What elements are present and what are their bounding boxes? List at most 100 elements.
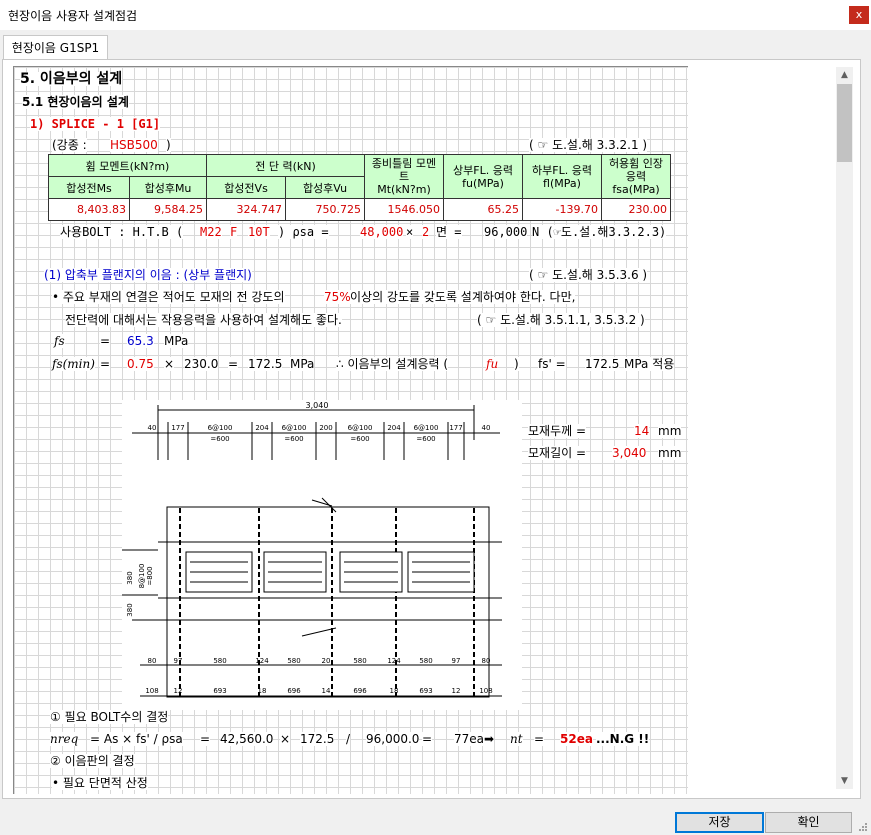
th-lower: 하부FL. 응력fl(MPa) <box>522 154 602 199</box>
dim-bot2-6: 696 <box>353 687 367 695</box>
th-torsion-label: 종비틀림 모멘트 <box>371 157 437 183</box>
thickness-unit: mm <box>658 424 682 438</box>
splice-drawing-svg: 3,040 40 177 6@100 204 6@100 200 6@100 2… <box>122 400 522 710</box>
th-shear: 전 단 력(kN) <box>206 154 365 177</box>
th-allow-symbol: fsa(MPa) <box>612 183 660 196</box>
dim-bot1-9: 97 <box>452 657 461 665</box>
step2-title: ② 이음판의 결정 <box>50 754 135 768</box>
scroll-up-icon[interactable]: ▲ <box>836 67 853 83</box>
dim-bot2-7: 18 <box>390 687 399 695</box>
fsmin-base: 230.0 <box>184 357 219 371</box>
steel-grade: HSB500 <box>110 138 158 152</box>
dim-bot2-2: 693 <box>213 687 226 695</box>
section-title: 5. 이음부의 설계 <box>20 71 123 87</box>
document-panel: 5. 이음부의 설계 5.1 현장이음의 설계 1) SPLICE - 1 [G… <box>2 59 861 799</box>
dim-left-3: 380 <box>126 603 134 616</box>
length-value: 3,040 <box>612 446 647 460</box>
fs-eq: = <box>100 334 111 348</box>
thickness-label: 모재두께 = <box>528 424 587 438</box>
val-fl: -139.70 <box>522 198 602 221</box>
bolt-times: × <box>406 225 414 239</box>
calc-sheet: 5. 이음부의 설계 5.1 현장이음의 설계 1) SPLICE - 1 [G… <box>13 66 688 794</box>
th-vs: 합성전Vs <box>206 176 286 199</box>
dim-bot1-3: 124 <box>255 657 269 665</box>
dim-top-4: 6@100 <box>282 424 307 432</box>
bolt-rho: ) ρsa = <box>278 225 329 239</box>
dim-bot1-4: 580 <box>287 657 300 665</box>
subsection-title: 5.1 현장이음의 설계 <box>22 95 129 109</box>
dim-bot1-5: 20 <box>322 657 331 665</box>
bolt-unit: 면 = <box>436 225 462 239</box>
val-ms: 8,403.83 <box>48 198 130 221</box>
scroll-down-icon[interactable]: ▼ <box>836 773 853 789</box>
dim-bot2-9: 12 <box>452 687 461 695</box>
dim-bot1-10: 80 <box>482 657 491 665</box>
dim-top-7: 204 <box>387 424 401 432</box>
th-torsion: 종비틀림 모멘트 Mt(kN?m) <box>364 154 444 199</box>
dim-bot1-0: 80 <box>148 657 157 665</box>
length-label: 모재길이 = <box>528 446 587 460</box>
close-icon[interactable]: x <box>849 6 869 24</box>
bolt-result-unit: N (☞도.설.해3.3.2.3) <box>532 225 667 239</box>
dim-bot2-0: 108 <box>145 687 158 695</box>
nt-label: nt <box>510 732 523 746</box>
splice-drawing: 3,040 40 177 6@100 204 6@100 200 6@100 2… <box>122 400 522 713</box>
step1-title: ① 필요 BOLT수의 결정 <box>50 710 169 724</box>
nreq-formula: = As × fs' / ρsa <box>90 732 183 746</box>
dim-top-sub-0: =600 <box>210 435 229 443</box>
ng-status: ...N.G !! <box>596 732 650 746</box>
ref-top: ( ☞ 도.설.해 3.3.2.1 ) <box>529 138 648 152</box>
steel-prefix: (강종 : <box>52 138 87 152</box>
fsmin-unit: MPa <box>290 357 315 371</box>
dim-top-9: 177 <box>449 424 462 432</box>
val-fsa: 230.00 <box>601 198 671 221</box>
dim-top-sub-1: =600 <box>284 435 303 443</box>
dim-top-6: 6@100 <box>348 424 373 432</box>
scroll-thumb[interactable] <box>837 84 852 162</box>
fsmin-label: fs(min) <box>52 357 95 371</box>
confirm-button[interactable]: 확인 <box>765 812 852 833</box>
dim-bot1-7: 124 <box>387 657 401 665</box>
nreq-eq2: = <box>422 732 433 746</box>
th-moment: 휨 모멘트(kN?m) <box>48 154 207 177</box>
bolt-result: 96,000 <box>484 225 528 239</box>
nreq-label: nreq <box>50 732 79 746</box>
save-button[interactable]: 저장 <box>675 812 764 833</box>
th-allow: 허용휨 인장응력 fsa(MPa) <box>601 154 671 199</box>
dim-total: 3,040 <box>306 401 329 410</box>
bolt-size: M22 <box>200 225 222 239</box>
dim-bot2-4: 696 <box>287 687 301 695</box>
resize-grip-icon[interactable] <box>858 822 868 832</box>
force-table: 휨 모멘트(kN?m) 전 단 력(kN) 종비틀림 모멘트 Mt(kN?m) … <box>48 154 671 221</box>
vertical-scrollbar[interactable]: ▲ ▼ <box>836 67 853 789</box>
splice-title: 1) SPLICE - 1 [G1] <box>30 117 161 131</box>
dim-bot1-8: 580 <box>419 657 432 665</box>
dim-bot2-10: 108 <box>479 687 492 695</box>
val-vs: 324.747 <box>206 198 286 221</box>
nreq-result: 77ea <box>454 732 485 746</box>
dim-top-1: 177 <box>171 424 184 432</box>
sub1-title: (1) 압축부 플랜지의 이음 : (상부 플랜지) <box>44 268 252 282</box>
bolt-rho-value: 48,000 <box>360 225 404 239</box>
steel-suffix: ) <box>166 138 171 152</box>
dim-bot1-6: 580 <box>353 657 366 665</box>
dim-left-0: 380 <box>126 571 134 584</box>
nreq-stress: 172.5 <box>300 732 335 746</box>
val-mu: 9,584.25 <box>129 198 207 221</box>
step2-bullet: • 필요 단면적 산정 <box>52 776 148 790</box>
nt-value: 52ea <box>560 732 593 746</box>
val-vu: 750.725 <box>285 198 365 221</box>
val-fu: 65.25 <box>443 198 523 221</box>
dim-left-1: 8@100 <box>138 564 146 589</box>
dim-top-3: 204 <box>255 424 269 432</box>
para1-b: 이상의 강도를 갖도록 설계하여야 한다. 다만, <box>350 290 576 304</box>
fs-value: 65.3 <box>127 334 154 348</box>
nreq-eq: = <box>200 732 211 746</box>
dim-top-0: 40 <box>148 424 157 432</box>
fsmin-eq: = <box>100 357 111 371</box>
bolt-planes: 2 <box>422 225 430 239</box>
val-mt: 1546.050 <box>364 198 444 221</box>
fs-unit: MPa <box>164 334 189 348</box>
window-title: 현장이음 사용자 설계점검 <box>8 9 138 23</box>
tab-splice[interactable]: 현장이음 G1SP1 <box>3 35 108 61</box>
